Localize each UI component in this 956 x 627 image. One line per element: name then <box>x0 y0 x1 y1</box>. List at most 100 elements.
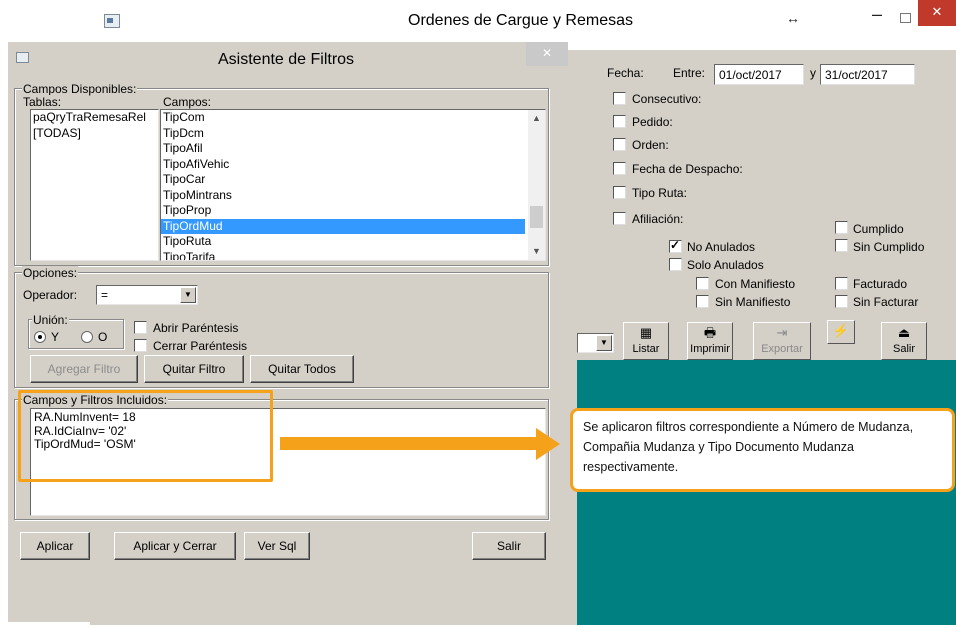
abrir-parentesis-checkbox[interactable] <box>134 321 147 334</box>
annotation-callout: Se aplicaron filtros correspondiente a N… <box>570 408 955 492</box>
pedido-checkbox[interactable] <box>613 115 626 128</box>
fecha-despacho-checkbox[interactable] <box>613 162 626 175</box>
fecha-despacho-label: Fecha de Despacho: <box>632 162 743 176</box>
chevron-down-icon[interactable]: ▼ <box>528 243 545 260</box>
afiliacion-label: Afiliación: <box>632 212 684 226</box>
chevron-down-icon[interactable]: ▼ <box>596 335 612 351</box>
list-icon: ▦ <box>639 325 653 340</box>
sin-facturar-checkbox[interactable] <box>835 295 848 308</box>
cumplido-label: Cumplido <box>853 222 904 236</box>
minimize-button[interactable]: – <box>872 4 882 25</box>
listar-button[interactable]: ▦ Listar <box>623 322 669 360</box>
chevron-up-icon[interactable]: ▲ <box>528 110 545 127</box>
orden-label: Orden: <box>632 138 669 152</box>
facturado-checkbox[interactable] <box>835 277 848 290</box>
dialog-close-button[interactable]: ✕ <box>526 42 568 66</box>
consecutivo-checkbox[interactable] <box>613 92 626 105</box>
tipo-ruta-checkbox[interactable] <box>613 186 626 199</box>
quitar-filtro-button[interactable]: Quitar Filtro <box>144 355 244 383</box>
campos-disponibles-label: Campos Disponibles: <box>22 82 138 96</box>
solo-anulados-checkbox[interactable] <box>669 258 682 271</box>
con-manifiesto-label: Con Manifiesto <box>715 277 796 291</box>
orden-checkbox[interactable] <box>613 138 626 151</box>
chevron-down-icon[interactable]: ▼ <box>180 287 196 303</box>
union-y-radio[interactable] <box>34 331 46 343</box>
afiliacion-checkbox[interactable] <box>613 212 626 225</box>
maximize-button[interactable] <box>900 13 911 23</box>
campos-scrollbar[interactable]: ▲ ▼ <box>528 110 545 260</box>
no-anulados-checkbox[interactable] <box>669 238 682 253</box>
list-item[interactable]: TipoRuta <box>161 234 545 250</box>
annotation-highlight <box>18 390 273 482</box>
fecha-desde-input[interactable]: 01/oct/2017 <box>714 64 804 85</box>
resize-icon[interactable]: ↔ <box>786 10 800 26</box>
campos-list[interactable]: TipCom TipDcm TipoAfil TipoAfiVehic Tipo… <box>160 109 546 261</box>
list-item[interactable]: TipoMintrans <box>161 188 545 204</box>
tipo-ruta-label: Tipo Ruta: <box>632 186 687 200</box>
aplicar-button[interactable]: Aplicar <box>20 532 90 560</box>
list-item[interactable]: TipoAfiVehic <box>161 157 545 173</box>
imprimir-button[interactable]: 🖶 Imprimir <box>687 322 733 360</box>
consecutivo-label: Consecutivo: <box>632 92 702 106</box>
salir-toolbar-button[interactable]: ⏏ Salir <box>881 322 927 360</box>
union-o-radio[interactable] <box>81 331 93 343</box>
cerrar-parentesis-checkbox[interactable] <box>134 339 147 352</box>
sin-cumplido-checkbox[interactable] <box>835 239 848 252</box>
union-o-label: O <box>98 330 108 344</box>
app-icon <box>104 14 120 28</box>
arrow-head-icon <box>536 428 560 460</box>
list-item[interactable]: TipoProp <box>161 203 545 219</box>
sin-facturar-label: Sin Facturar <box>853 295 919 309</box>
list-item[interactable]: TipoCar <box>161 172 545 188</box>
dialog-title-bar[interactable]: Asistente de Filtros ✕ <box>8 42 568 74</box>
annotation-arrow <box>280 437 538 450</box>
aplicar-cerrar-button[interactable]: Aplicar y Cerrar <box>114 532 236 560</box>
filter-wizard-dialog: Asistente de Filtros ✕ Campos Disponible… <box>8 42 568 622</box>
quitar-todos-button[interactable]: Quitar Todos <box>250 355 354 383</box>
entre-label: Entre: <box>673 66 706 80</box>
ver-sql-button[interactable]: Ver Sql <box>244 532 310 560</box>
workspace-area <box>577 360 956 625</box>
list-item[interactable]: TipoAfil <box>161 141 545 157</box>
sin-manifiesto-checkbox[interactable] <box>696 295 709 308</box>
filter-panel: Fecha: Entre: 01/oct/2017 y 31/oct/2017 … <box>577 50 956 360</box>
list-item[interactable]: TipDcm <box>161 126 545 142</box>
pedido-label: Pedido: <box>632 115 673 129</box>
facturado-label: Facturado <box>853 277 908 291</box>
solo-anulados-label: Solo Anulados <box>687 258 764 272</box>
tablas-list[interactable]: paQryTraRemesaRel [TODAS] <box>30 109 159 261</box>
abrir-parentesis-label: Abrir Paréntesis <box>152 321 240 335</box>
agregar-filtro-button[interactable]: Agregar Filtro <box>30 355 138 383</box>
sin-manifiesto-label: Sin Manifiesto <box>715 295 791 309</box>
fecha-label: Fecha: <box>607 66 644 80</box>
dialog-title: Asistente de Filtros <box>218 51 355 68</box>
operador-label: Operador: <box>22 288 79 302</box>
opciones-label: Opciones: <box>22 266 79 280</box>
dialog-app-icon <box>16 52 29 63</box>
scroll-thumb[interactable] <box>530 206 543 228</box>
filter-wizard-button[interactable]: ⚡ <box>827 320 855 344</box>
main-window-title: Ordenes de Cargue y Remesas <box>408 12 633 29</box>
main-close-button[interactable]: ✕ <box>918 0 956 26</box>
filter-wizard-icon: ⚡ <box>832 323 850 338</box>
printer-icon: 🖶 <box>703 325 717 340</box>
cumplido-checkbox[interactable] <box>835 221 848 234</box>
tablas-label: Tablas: <box>22 95 63 109</box>
operador-select[interactable]: = ▼ <box>96 285 198 305</box>
list-item[interactable]: TipoTarifa <box>161 250 545 261</box>
export-icon: ⇥ <box>776 325 788 340</box>
union-y-label: Y <box>51 330 60 344</box>
list-item-selected[interactable]: TipOrdMud <box>161 218 525 234</box>
no-anulados-label: No Anulados <box>687 240 756 254</box>
list-item[interactable]: TipCom <box>161 110 545 126</box>
sin-cumplido-label: Sin Cumplido <box>853 240 925 254</box>
cerrar-parentesis-label: Cerrar Paréntesis <box>152 339 249 353</box>
exportar-button[interactable]: ⇥ Exportar <box>753 322 811 360</box>
union-label: Unión: <box>32 313 69 327</box>
salir-button[interactable]: Salir <box>472 532 546 560</box>
list-item[interactable]: [TODAS] <box>31 126 158 142</box>
list-item[interactable]: paQryTraRemesaRel <box>31 110 158 126</box>
con-manifiesto-checkbox[interactable] <box>696 277 709 290</box>
fecha-hasta-input[interactable]: 31/oct/2017 <box>820 64 915 85</box>
report-combo[interactable]: ▼ <box>577 333 614 353</box>
